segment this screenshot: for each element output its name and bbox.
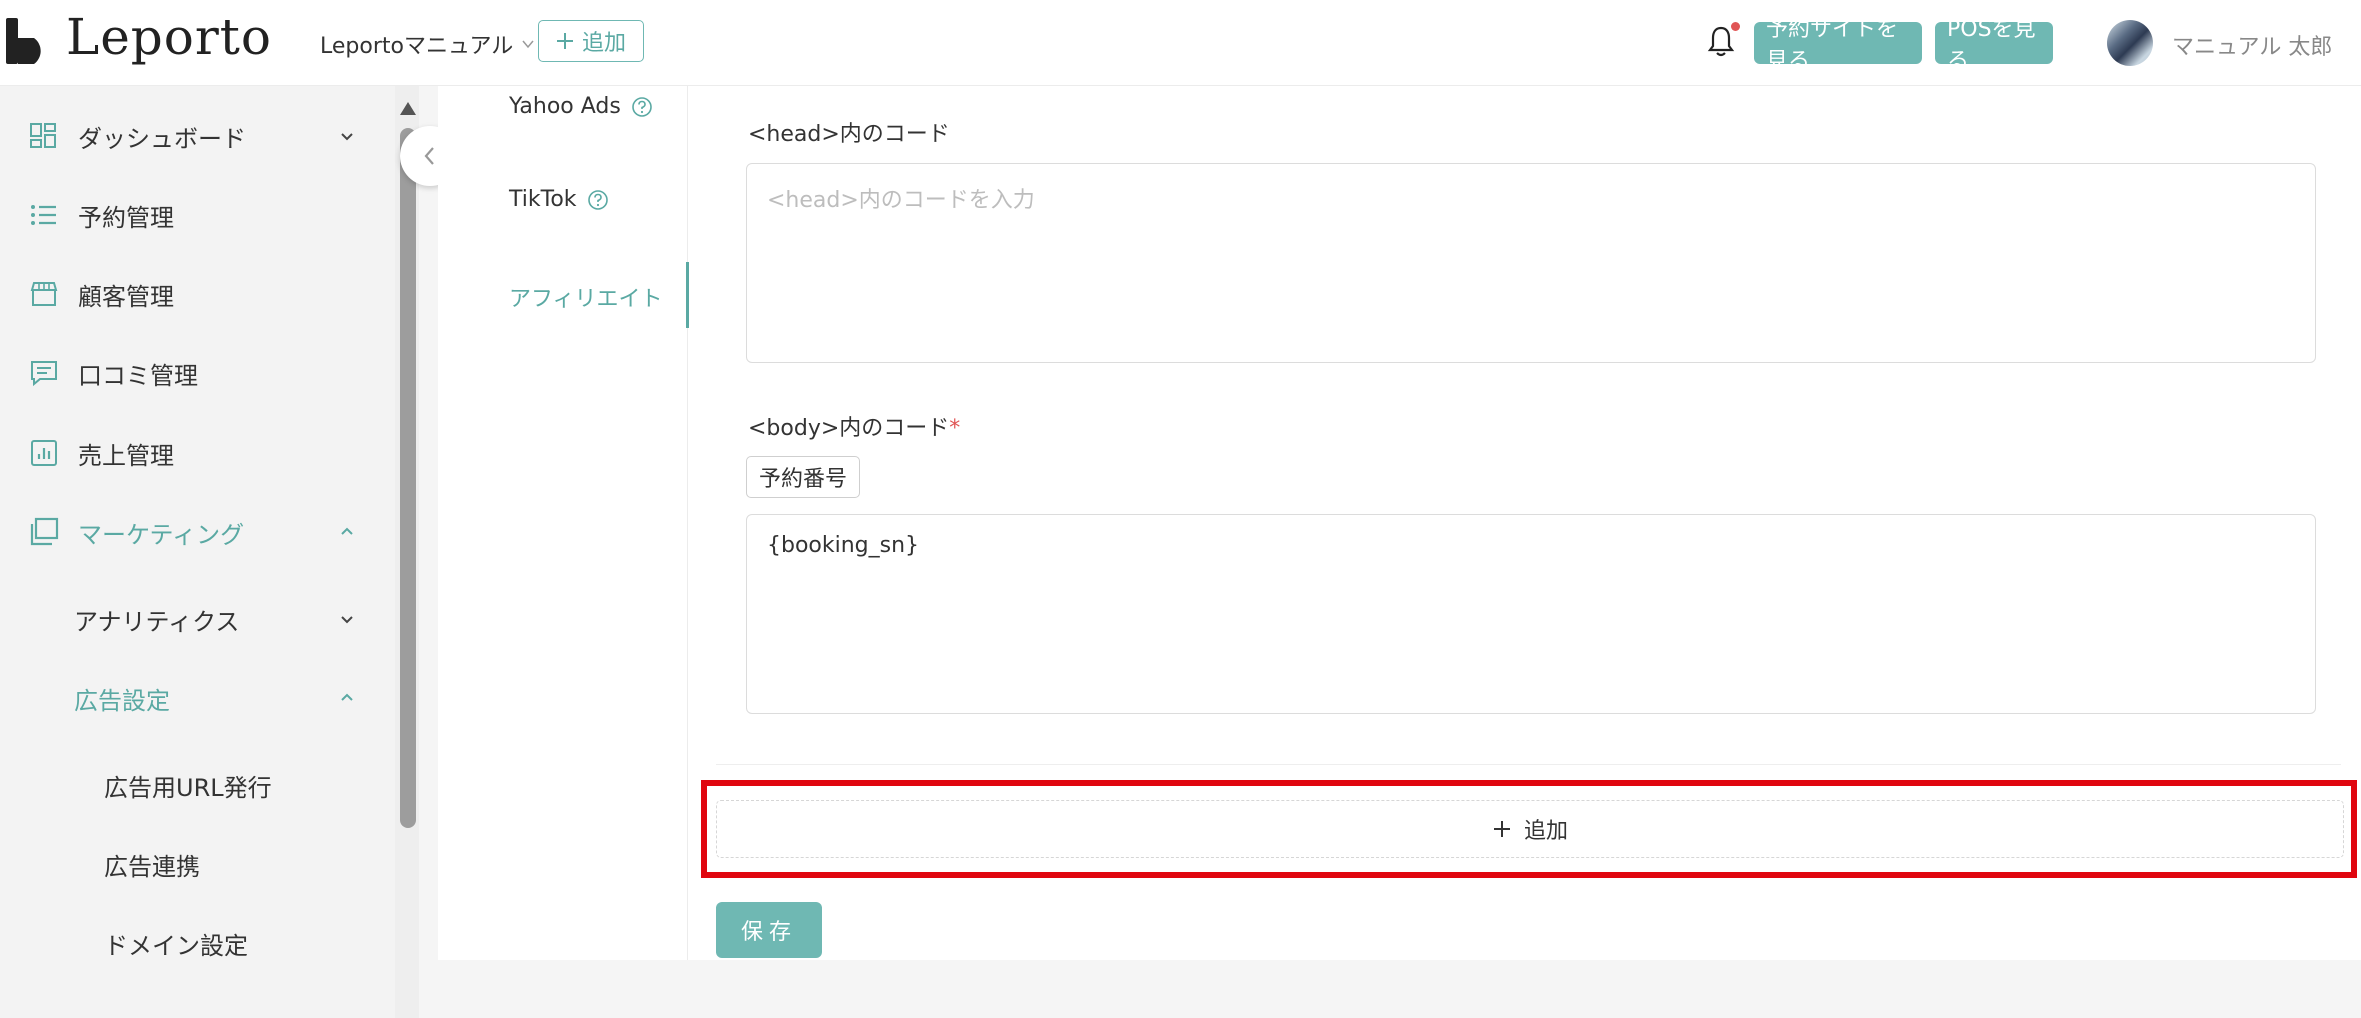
plus-icon — [1493, 821, 1510, 837]
comment-icon — [31, 361, 57, 387]
sidebar-subsubitem-label: 広告用URL発行 — [104, 773, 272, 802]
subnav-divider — [687, 86, 688, 960]
head-code-label: <head>内のコード — [748, 122, 950, 147]
sidebar-item-label: ダッシュボード — [78, 124, 246, 153]
body-code-label-text: <body>内のコード — [748, 416, 950, 441]
sidebar-item-reservations[interactable]: 予約管理 — [0, 190, 380, 240]
sidebar-scrollbar-thumb[interactable] — [400, 128, 416, 828]
window-icon — [30, 517, 59, 546]
view-pos-button[interactable]: POSを見る — [1935, 17, 2053, 74]
subnav-item-label: TikTok — [509, 187, 577, 212]
sidebar-item-label: 売上管理 — [78, 441, 174, 470]
sidebar-subsubitem-domain[interactable]: ドメイン設定 — [0, 918, 380, 968]
booking-number-tag-button[interactable]: 予約番号 — [746, 456, 860, 498]
help-circle-icon[interactable] — [631, 96, 653, 118]
chevron-down-icon — [522, 40, 534, 49]
subnav-item-affiliate[interactable]: アフィリエイト — [509, 281, 663, 313]
store-name: Leportoマニュアル — [320, 34, 514, 59]
save-button[interactable]: 保存 — [716, 902, 822, 958]
notification-badge — [1731, 22, 1740, 31]
chevron-down-icon — [341, 616, 353, 624]
sidebar-subsubitem-ad-url[interactable]: 広告用URL発行 — [0, 760, 380, 810]
sidebar-subsubitem-label: 広告連携 — [104, 852, 200, 881]
add-code-button[interactable]: 追加 — [716, 800, 2344, 858]
sidebar-item-dashboard[interactable]: ダッシュボード — [0, 111, 380, 161]
plus-icon — [556, 33, 573, 49]
subnav-item-label: アフィリエイト — [509, 287, 663, 312]
sidebar-item-label: 口コミ管理 — [78, 361, 198, 390]
sidebar-subitem-analytics[interactable]: アナリティクス — [0, 594, 380, 644]
header-add-button[interactable]: 追加 — [538, 20, 644, 62]
view-booking-site-button[interactable]: 予約サイトを見る — [1754, 17, 1922, 74]
required-mark: * — [949, 416, 961, 441]
sidebar-item-label: マーケティング — [78, 520, 245, 549]
subnav-item-yahoo-ads[interactable]: Yahoo Ads — [509, 94, 653, 119]
subnav-item-label: Yahoo Ads — [509, 94, 621, 119]
dashboard-icon — [30, 123, 56, 148]
body-code-textarea[interactable]: {booking_sn} — [746, 514, 2316, 714]
chevron-left-icon — [424, 147, 434, 165]
leporto-logo-icon — [6, 18, 41, 64]
top-header: Leporto Leportoマニュアル 追加 予約サイトを見る POSを見る … — [0, 0, 2361, 86]
sidebar-item-sales[interactable]: 売上管理 — [0, 428, 380, 478]
chart-icon — [31, 440, 57, 466]
help-circle-icon[interactable] — [587, 189, 609, 211]
body-code-value: {booking_sn} — [767, 533, 920, 558]
avatar[interactable] — [2107, 20, 2153, 66]
chevron-up-icon — [341, 693, 353, 701]
logo-text[interactable]: Leporto — [66, 8, 272, 66]
sidebar-subitem-label: アナリティクス — [74, 607, 240, 636]
sidebar-item-label: 顧客管理 — [78, 282, 174, 311]
store-selector[interactable]: Leportoマニュアル — [320, 28, 535, 60]
add-code-label: 追加 — [1523, 819, 1568, 844]
chevron-down-icon — [341, 133, 353, 141]
header-add-label: 追加 — [581, 31, 626, 56]
subnav-active-indicator — [686, 262, 689, 328]
scroll-up-arrow-icon[interactable] — [400, 102, 416, 115]
sidebar-item-customers[interactable]: 顧客管理 — [0, 269, 380, 319]
sidebar-item-reviews[interactable]: 口コミ管理 — [0, 348, 380, 398]
form-divider — [716, 764, 2341, 765]
sidebar-subitem-ad-settings[interactable]: 広告設定 — [0, 673, 380, 723]
list-icon — [31, 205, 56, 225]
chevron-up-icon — [341, 527, 353, 535]
store-icon — [30, 282, 58, 306]
user-name[interactable]: マニュアル 太郎 — [2172, 29, 2332, 61]
subnav-item-tiktok[interactable]: TikTok — [509, 187, 609, 212]
head-code-placeholder: <head>内のコードを入力 — [767, 188, 1035, 213]
body-code-label: <body>内のコード* — [748, 410, 960, 442]
sidebar-subsubitem-label: ドメイン設定 — [104, 931, 248, 960]
sidebar-item-marketing[interactable]: マーケティング — [0, 507, 380, 557]
sidebar-subsubitem-ad-integration[interactable]: 広告連携 — [0, 839, 380, 889]
head-code-textarea[interactable]: <head>内のコードを入力 — [746, 163, 2316, 363]
sidebar-subitem-label: 広告設定 — [74, 686, 170, 715]
sidebar-item-label: 予約管理 — [78, 203, 174, 232]
